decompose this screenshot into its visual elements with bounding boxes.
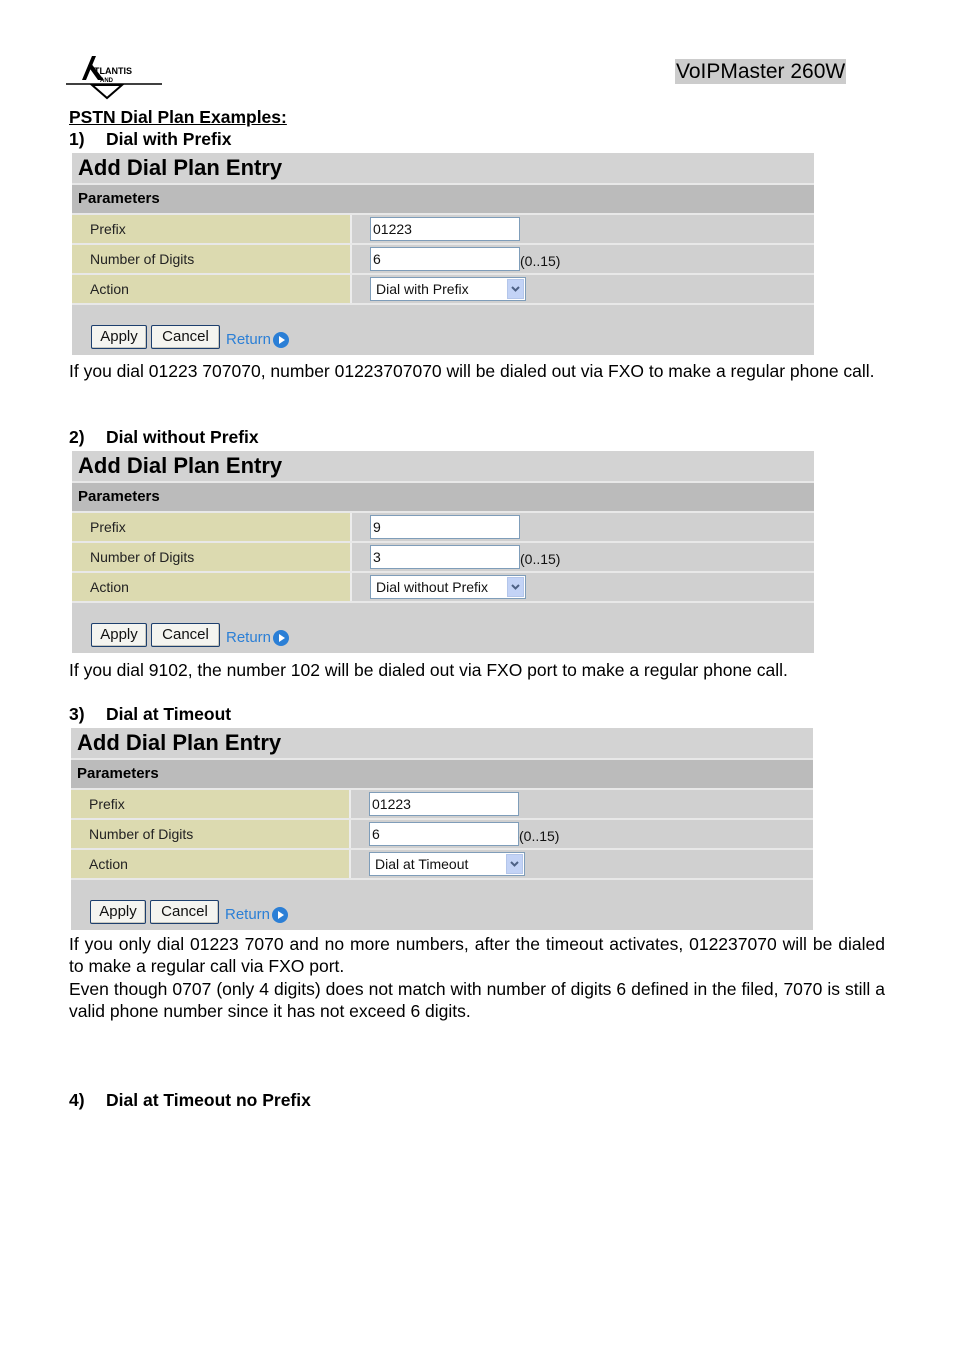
action-label: Action	[72, 573, 352, 601]
return-link[interactable]: Return	[226, 629, 290, 646]
example-title-text: Dial at Timeout no Prefix	[106, 1090, 311, 1110]
digits-range-hint: (0..15)	[520, 253, 561, 269]
example-title-text: Dial without Prefix	[106, 427, 259, 447]
cancel-button[interactable]: Cancel	[151, 325, 220, 349]
action-select[interactable]: Dial with Prefix	[370, 277, 526, 301]
digits-input[interactable]: 3	[370, 545, 520, 569]
example-title-text: Dial with Prefix	[106, 129, 232, 149]
digits-range-hint: (0..15)	[520, 551, 561, 567]
example-number: 3)	[69, 704, 85, 724]
digits-row: Number of Digits 6 (0..15)	[71, 820, 813, 850]
chevron-down-icon[interactable]	[506, 854, 523, 874]
parameters-header: Parameters	[72, 483, 814, 513]
action-row: Action Dial at Timeout	[71, 850, 813, 880]
svg-text:AND: AND	[100, 78, 114, 84]
button-row: Apply Cancel Return	[72, 305, 814, 355]
prefix-label: Prefix	[72, 513, 352, 541]
example-2-description: If you dial 9102, the number 102 will be…	[69, 660, 788, 680]
page-heading: PSTN Dial Plan Examples:	[69, 107, 287, 127]
example-3-note: Even though 0707 (only 4 digits) does no…	[69, 979, 885, 1021]
example-3-description: If you only dial 01223 7070 and no more …	[69, 934, 885, 976]
return-label: Return	[226, 629, 272, 646]
action-selected-value: Dial without Prefix	[376, 579, 489, 595]
digits-label: Number of Digits	[71, 820, 351, 848]
play-arrow-icon	[273, 331, 290, 348]
digits-input[interactable]: 6	[370, 247, 520, 271]
return-link[interactable]: Return	[226, 331, 290, 348]
prefix-input[interactable]: 9	[370, 515, 520, 539]
parameters-header: Parameters	[71, 760, 813, 790]
prefix-row: Prefix 01223	[71, 790, 813, 820]
action-label: Action	[72, 275, 352, 303]
chevron-down-icon[interactable]	[507, 577, 524, 597]
prefix-label: Prefix	[72, 215, 352, 243]
dial-plan-panel-2: Add Dial Plan Entry Parameters Prefix 9 …	[72, 451, 814, 653]
apply-button[interactable]: Apply	[90, 900, 146, 924]
example-3-title: 3) Dial at Timeout	[69, 704, 231, 725]
digits-label: Number of Digits	[72, 543, 352, 571]
example-1-title: 1) Dial with Prefix	[69, 129, 231, 150]
panel-title: Add Dial Plan Entry	[72, 153, 814, 185]
example-number: 4)	[69, 1090, 85, 1110]
prefix-input[interactable]: 01223	[369, 792, 519, 816]
play-arrow-icon	[272, 906, 289, 923]
example-number: 2)	[69, 427, 85, 447]
action-row: Action Dial without Prefix	[72, 573, 814, 603]
dial-plan-panel-1: Add Dial Plan Entry Parameters Prefix 01…	[72, 153, 814, 355]
return-label: Return	[226, 331, 272, 348]
atlantis-logo: TLANTIS AND	[64, 54, 164, 100]
apply-button[interactable]: Apply	[91, 623, 147, 647]
button-row: Apply Cancel Return	[71, 880, 813, 930]
action-label: Action	[71, 850, 351, 878]
chevron-down-icon[interactable]	[507, 279, 524, 299]
digits-input[interactable]: 6	[369, 822, 519, 846]
cancel-button[interactable]: Cancel	[151, 623, 220, 647]
apply-button[interactable]: Apply	[91, 325, 147, 349]
prefix-input[interactable]: 01223	[370, 217, 520, 241]
cancel-button[interactable]: Cancel	[150, 900, 219, 924]
example-title-text: Dial at Timeout	[106, 704, 232, 724]
panel-title: Add Dial Plan Entry	[71, 728, 813, 760]
panel-title: Add Dial Plan Entry	[72, 451, 814, 483]
svg-text:TLANTIS: TLANTIS	[94, 66, 132, 76]
action-select[interactable]: Dial at Timeout	[369, 852, 525, 876]
prefix-row: Prefix 9	[72, 513, 814, 543]
parameters-header: Parameters	[72, 185, 814, 215]
return-label: Return	[225, 906, 271, 923]
digits-range-hint: (0..15)	[519, 828, 560, 844]
digits-label: Number of Digits	[72, 245, 352, 273]
example-number: 1)	[69, 129, 85, 149]
prefix-label: Prefix	[71, 790, 351, 818]
example-4-title: 4) Dial at Timeout no Prefix	[69, 1090, 311, 1111]
prefix-row: Prefix 01223	[72, 215, 814, 245]
digits-row: Number of Digits 3 (0..15)	[72, 543, 814, 573]
action-selected-value: Dial with Prefix	[376, 281, 469, 297]
action-selected-value: Dial at Timeout	[375, 856, 469, 872]
example-2-title: 2) Dial without Prefix	[69, 427, 259, 448]
action-row: Action Dial with Prefix	[72, 275, 814, 305]
return-link[interactable]: Return	[225, 906, 289, 923]
digits-row: Number of Digits 6 (0..15)	[72, 245, 814, 275]
play-arrow-icon	[273, 629, 290, 646]
action-select[interactable]: Dial without Prefix	[370, 575, 526, 599]
button-row: Apply Cancel Return	[72, 603, 814, 653]
product-name: VoIPMaster 260W	[675, 59, 847, 84]
dial-plan-panel-3: Add Dial Plan Entry Parameters Prefix 01…	[71, 728, 813, 930]
example-1-description: If you dial 01223 707070, number 0122370…	[69, 361, 875, 381]
